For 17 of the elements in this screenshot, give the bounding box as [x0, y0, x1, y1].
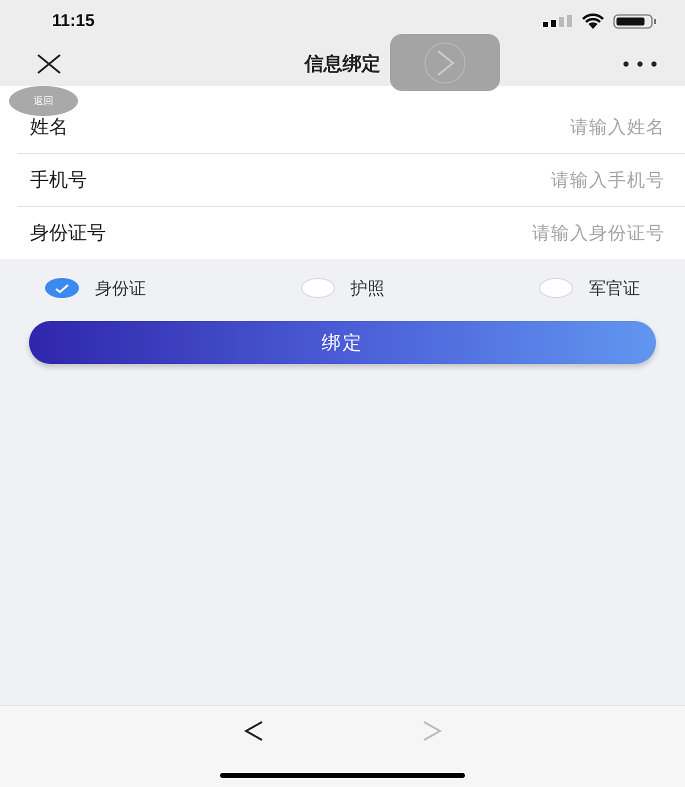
- radio-option[interactable]: 军官证: [539, 276, 640, 300]
- input-field[interactable]: 请输入身份证号: [405, 222, 665, 244]
- battery-icon: [613, 14, 657, 28]
- more-icon[interactable]: [623, 61, 657, 67]
- field-label: 身份证号: [29, 221, 106, 246]
- field-label: 手机号: [29, 168, 87, 193]
- page-title: 信息绑定: [304, 52, 380, 77]
- radio-option[interactable]: 护照: [300, 276, 384, 300]
- wifi-icon: [581, 13, 605, 29]
- input-field[interactable]: 请输入姓名: [405, 116, 665, 138]
- radio-option[interactable]: 身份证: [45, 276, 146, 300]
- field-label: 姓名: [29, 115, 68, 140]
- input-field[interactable]: 请输入手机号: [405, 170, 665, 190]
- bind-button[interactable]: 绑定: [29, 321, 656, 364]
- signal-icon: [543, 15, 573, 27]
- close-icon[interactable]: [36, 54, 62, 74]
- status-time: 11:15: [52, 11, 95, 31]
